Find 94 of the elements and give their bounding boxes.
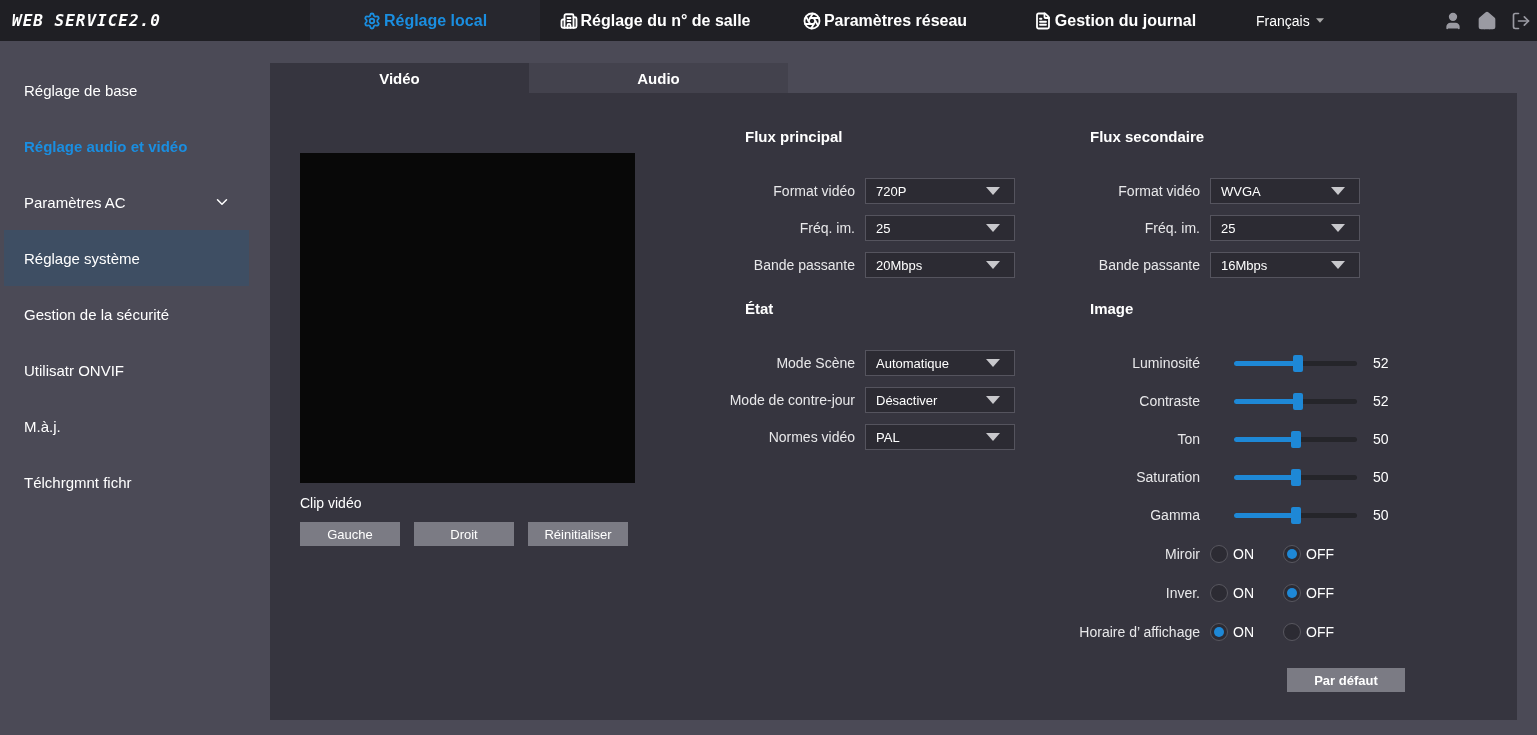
slider[interactable] — [1234, 354, 1357, 372]
radio-button[interactable] — [1283, 583, 1301, 602]
slider-value: 52 — [1373, 355, 1389, 371]
home-icon[interactable] — [1477, 10, 1497, 31]
field-label: Format vidéo — [772, 183, 855, 199]
gear-icon — [362, 11, 381, 30]
caret-icon — [1331, 224, 1345, 232]
document-icon — [1033, 11, 1052, 30]
tab[interactable]: Vidéo — [270, 63, 529, 93]
radio-label: OFF — [1306, 584, 1334, 601]
caret-icon — [986, 187, 1000, 195]
sidebar-item[interactable]: Télchrgmnt fichr — [4, 454, 249, 510]
building-icon — [559, 11, 578, 30]
radio-label: OFF — [1306, 545, 1334, 562]
slider-value: 50 — [1373, 469, 1389, 485]
slider-value: 50 — [1373, 507, 1389, 523]
dropdown[interactable]: Automatique — [865, 350, 1015, 376]
caret-icon — [986, 261, 1000, 269]
slider-value: 50 — [1373, 431, 1389, 447]
radio-label: ON — [1233, 584, 1254, 601]
slider[interactable] — [1234, 506, 1357, 524]
sidebar-item[interactable]: Gestion de la sécurité — [4, 286, 249, 342]
slider-thumb[interactable] — [1292, 392, 1303, 410]
dropdown[interactable]: 25 — [1210, 215, 1360, 241]
dropdown[interactable]: Désactiver — [865, 387, 1015, 413]
option-label: Miroir — [1164, 545, 1200, 562]
section-title: État — [745, 300, 775, 318]
slider-thumb[interactable] — [1290, 506, 1301, 524]
field-label: Bande passante — [752, 257, 855, 273]
slider-label: Contraste — [1138, 393, 1200, 409]
nav-tab[interactable]: Gestion du journal — [1000, 0, 1230, 41]
caret-icon — [1331, 261, 1345, 269]
nav-tab[interactable]: Paramètres réseau — [770, 0, 1000, 41]
nav-tab[interactable]: Réglage local — [310, 0, 540, 41]
slider-thumb[interactable] — [1290, 468, 1301, 486]
sidebar-item[interactable]: M.à.j. — [4, 398, 249, 454]
section-title: Image — [1090, 300, 1135, 318]
slider-label: Gamma — [1149, 507, 1200, 523]
radio-button[interactable] — [1210, 544, 1228, 563]
slider-label: Saturation — [1135, 469, 1200, 485]
dropdown[interactable]: PAL — [865, 424, 1015, 450]
sidebar-item[interactable]: Réglage de base — [4, 62, 249, 118]
section-title: Flux principal — [745, 128, 844, 146]
slider[interactable] — [1234, 430, 1357, 448]
clip-button[interactable]: Gauche — [300, 522, 400, 546]
slider[interactable] — [1234, 468, 1357, 486]
aperture-icon — [802, 11, 821, 30]
section-title: Flux secondaire — [1090, 128, 1206, 146]
field-label: Normes vidéo — [767, 429, 855, 445]
field-label: Bande passante — [1097, 257, 1200, 273]
slider-thumb[interactable] — [1292, 354, 1303, 372]
clip-button[interactable]: Droit — [414, 522, 514, 546]
field-label: Format vidéo — [1117, 183, 1200, 199]
tab[interactable]: Audio — [529, 63, 788, 93]
field-label: Mode Scène — [775, 355, 855, 371]
radio-button[interactable] — [1283, 544, 1301, 563]
field-label: Fréq. im. — [1143, 220, 1200, 236]
default-button[interactable]: Par défaut — [1287, 668, 1405, 692]
sidebar-item[interactable]: Paramètres AC — [4, 174, 249, 230]
radio-button[interactable] — [1210, 583, 1228, 602]
nav-tab[interactable]: Réglage du n° de salle — [540, 0, 770, 41]
radio-button[interactable] — [1283, 622, 1301, 641]
slider[interactable] — [1234, 392, 1357, 410]
option-label: Horaire d’ affichage — [1078, 623, 1200, 640]
clip-button[interactable]: Réinitialiser — [528, 522, 628, 546]
field-label: Mode de contre-jour — [728, 392, 855, 408]
sidebar-item[interactable]: Réglage système — [4, 230, 249, 286]
logo: WEB SERVICE2.0 — [11, 11, 162, 30]
field-label: Fréq. im. — [798, 220, 855, 236]
caret-icon — [986, 396, 1000, 404]
dropdown[interactable]: 16Mbps — [1210, 252, 1360, 278]
caret-icon — [986, 359, 1000, 367]
slider-label: Ton — [1176, 431, 1200, 447]
logout-icon[interactable] — [1511, 10, 1531, 31]
slider-label: Luminosité — [1131, 355, 1200, 371]
caption: Clip vidéo — [300, 495, 363, 511]
radio-label: OFF — [1306, 623, 1334, 640]
radio-label: ON — [1233, 545, 1254, 562]
dropdown[interactable]: 25 — [865, 215, 1015, 241]
slider-thumb[interactable] — [1290, 430, 1301, 448]
dropdown[interactable]: WVGA — [1210, 178, 1360, 204]
language-dropdown[interactable]: Français — [1256, 12, 1324, 29]
caret-icon — [986, 433, 1000, 441]
caret-icon — [986, 224, 1000, 232]
dropdown[interactable]: 720P — [865, 178, 1015, 204]
caret-icon — [1315, 18, 1324, 23]
caret-icon — [1331, 187, 1345, 195]
radio-label: ON — [1233, 623, 1254, 640]
sidebar-item[interactable]: Utilisatr ONVIF — [4, 342, 249, 398]
slider-value: 52 — [1373, 393, 1389, 409]
user-icon[interactable] — [1443, 10, 1463, 31]
dropdown[interactable]: 20Mbps — [865, 252, 1015, 278]
option-label: Inver. — [1164, 584, 1200, 601]
radio-button[interactable] — [1210, 622, 1228, 641]
